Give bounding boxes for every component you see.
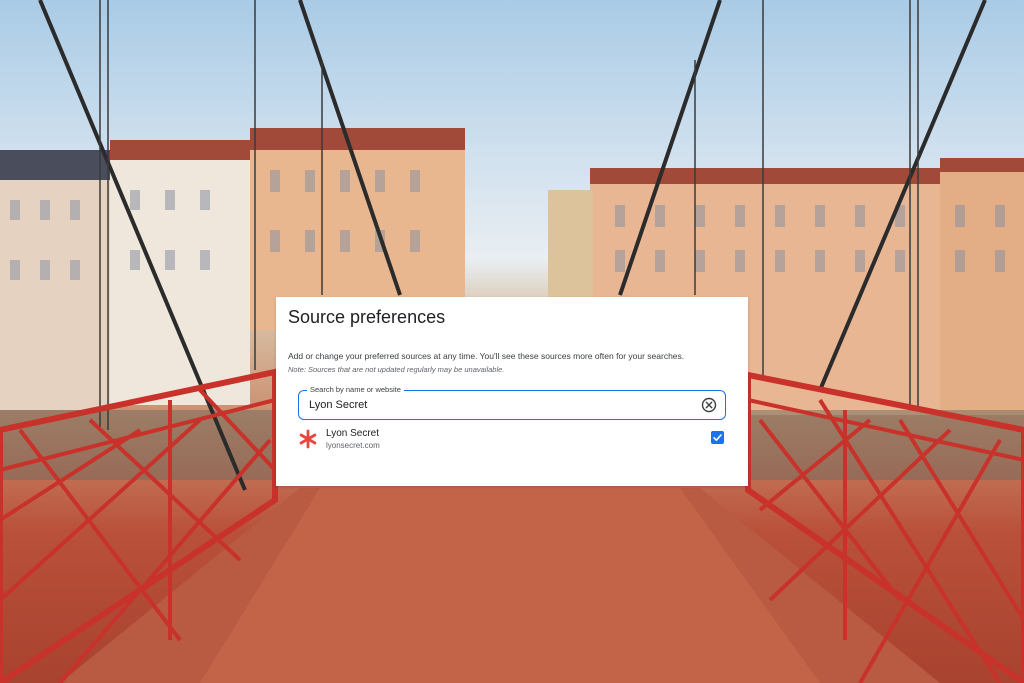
search-input[interactable] — [309, 397, 689, 413]
source-name: Lyon Secret — [326, 428, 379, 439]
source-checkbox[interactable] — [711, 431, 724, 444]
source-url: lyonsecret.com — [326, 441, 380, 450]
asterisk-logo-icon — [298, 429, 318, 449]
dialog-note: Note: Sources that are not updated regul… — [288, 365, 505, 374]
dialog-title: Source preferences — [288, 307, 446, 327]
dialog-description: Add or change your preferred sources at … — [288, 351, 685, 361]
background-photo: Source preferences Add or change your pr… — [0, 0, 1024, 683]
source-preferences-dialog: Source preferences Add or change your pr… — [276, 297, 748, 486]
search-label: Search by name or website — [307, 385, 404, 395]
checkmark-icon — [713, 434, 722, 441]
search-field[interactable]: Search by name or website — [298, 385, 726, 420]
source-result-row[interactable]: Lyon Secret lyonsecret.com — [298, 426, 726, 456]
clear-circle-icon[interactable] — [701, 397, 717, 413]
